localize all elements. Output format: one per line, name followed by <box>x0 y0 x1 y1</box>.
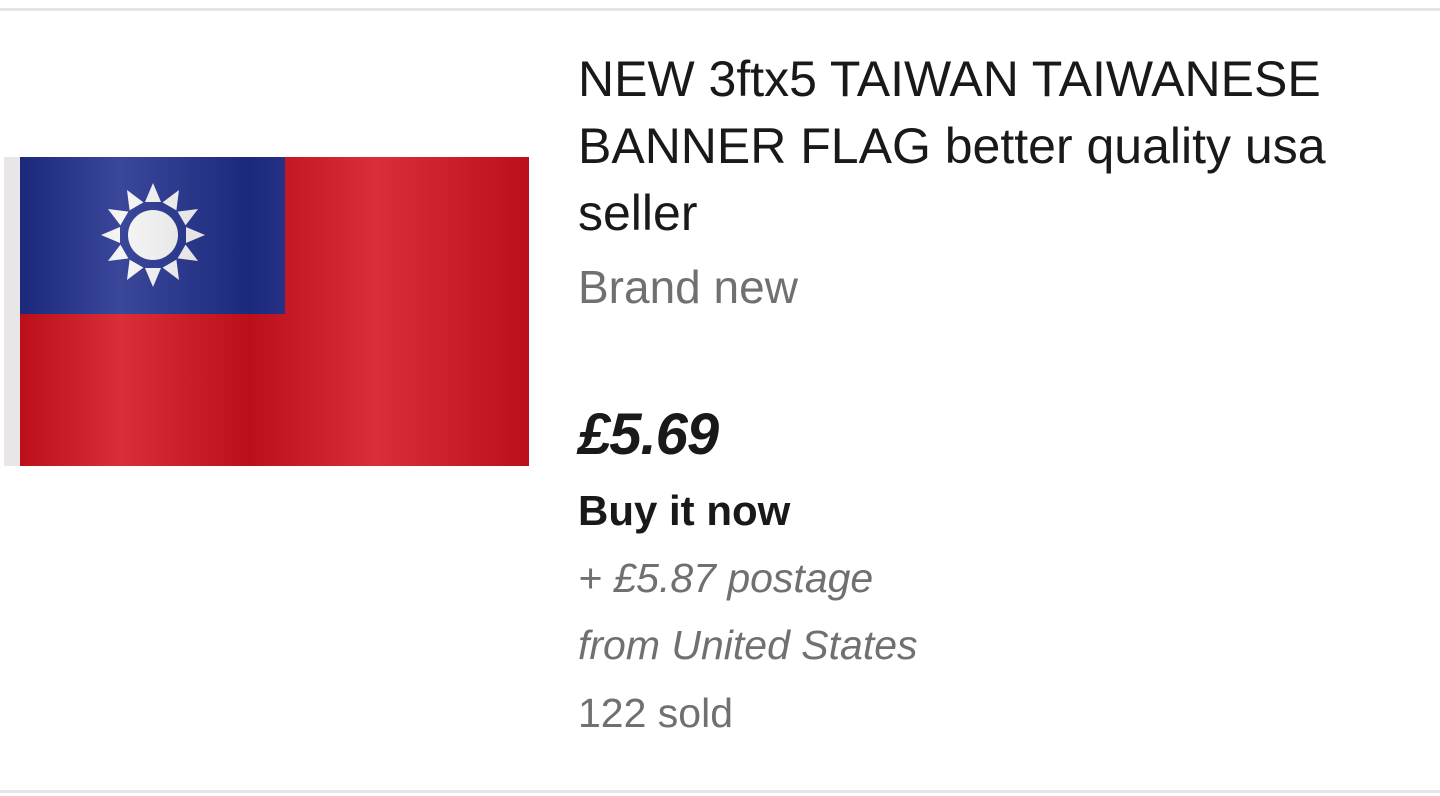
taiwan-flag-image <box>4 157 529 466</box>
listing-details: NEW 3ftx5 TAIWAN TAIWANESE BANNER FLAG b… <box>578 46 1424 736</box>
item-condition: Brand new <box>578 261 798 313</box>
postage-cost: + £5.87 postage <box>578 555 874 601</box>
buying-format: Buy it now <box>578 487 791 534</box>
item-location: from United States <box>578 622 918 668</box>
top-divider <box>0 8 1440 11</box>
item-price: £5.69 <box>578 402 719 467</box>
listing-card[interactable]: NEW 3ftx5 TAIWAN TAIWANESE BANNER FLAG b… <box>0 0 1440 796</box>
listing-title[interactable]: NEW 3ftx5 TAIWAN TAIWANESE BANNER FLAG b… <box>578 46 1424 247</box>
sold-count: 122 sold <box>578 690 734 736</box>
listing-thumbnail[interactable] <box>4 157 529 466</box>
bottom-divider <box>0 790 1440 793</box>
